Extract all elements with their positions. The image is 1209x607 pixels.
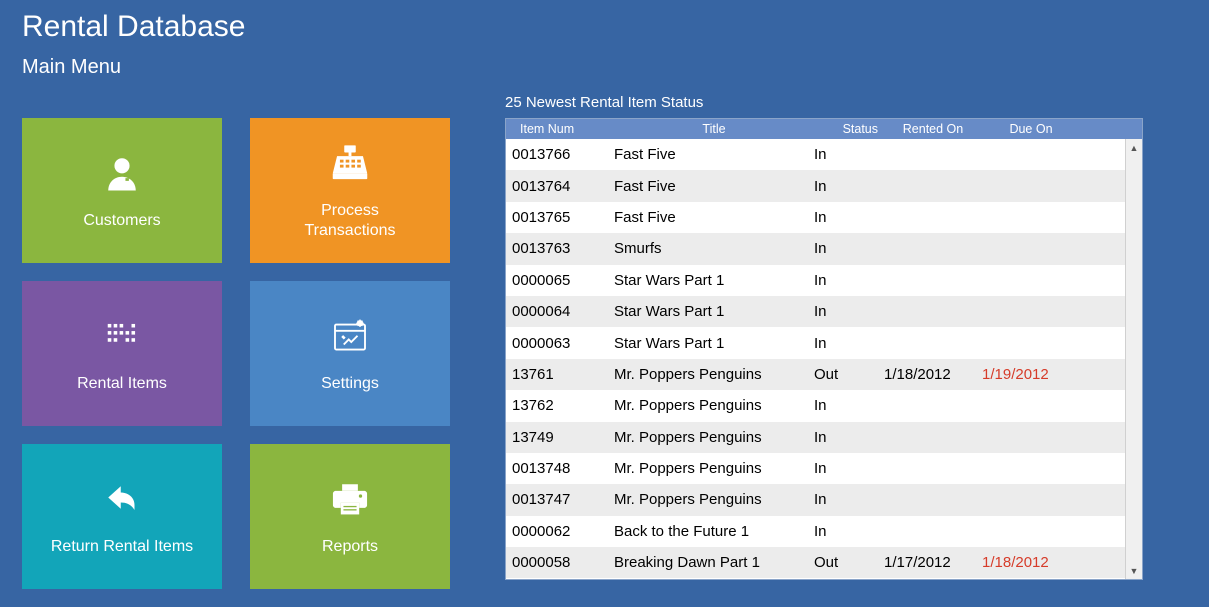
- cell: 13761: [506, 366, 614, 383]
- cell: 1/17/2012: [884, 554, 982, 571]
- cell: 0000062: [506, 523, 614, 540]
- cell: Star Wars Part 1: [614, 272, 814, 289]
- cell: In: [814, 303, 884, 320]
- cell: Mr. Poppers Penguins: [614, 366, 814, 383]
- col-header-title[interactable]: Title: [614, 122, 814, 136]
- list-icon: [94, 314, 150, 360]
- app-title: Rental Database: [22, 10, 245, 44]
- tile-process-transactions[interactable]: Process Transactions: [250, 118, 450, 263]
- table-row[interactable]: 0013766Fast FiveIn: [506, 139, 1125, 170]
- settings-window-icon: [322, 314, 378, 360]
- cell: Mr. Poppers Penguins: [614, 429, 814, 446]
- table-row[interactable]: 0000063Star Wars Part 1In: [506, 327, 1125, 358]
- grid-header: Item Num Title Status Rented On Due On: [506, 119, 1142, 139]
- table-row[interactable]: 0000062Back to the Future 1In: [506, 516, 1125, 547]
- printer-icon: [322, 477, 378, 523]
- cell: 0013763: [506, 240, 614, 257]
- panel-title: 25 Newest Rental Item Status: [505, 94, 703, 111]
- tile-return-rental-items[interactable]: Return Rental Items: [22, 444, 222, 589]
- cash-register-icon: [322, 141, 378, 187]
- cell: In: [814, 272, 884, 289]
- table-row[interactable]: 0000064Star Wars Part 1In: [506, 296, 1125, 327]
- table-row[interactable]: 0000065Star Wars Part 1In: [506, 265, 1125, 296]
- cell: 13762: [506, 397, 614, 414]
- tile-customers[interactable]: Customers: [22, 118, 222, 263]
- tile-reports[interactable]: Reports: [250, 444, 450, 589]
- page-subtitle: Main Menu: [22, 56, 121, 79]
- grid-body: 0013766Fast FiveIn0013764Fast FiveIn0013…: [506, 139, 1125, 579]
- cell: 0013766: [506, 146, 614, 163]
- tile-label: Return Rental Items: [51, 537, 193, 556]
- scroll-up-button[interactable]: ▲: [1126, 139, 1142, 156]
- table-row[interactable]: 0013747Mr. Poppers PenguinsIn: [506, 484, 1125, 515]
- cell: In: [814, 240, 884, 257]
- cell: Fast Five: [614, 146, 814, 163]
- tile-grid: Customers Process Transactions: [22, 118, 450, 589]
- cell: Mr. Poppers Penguins: [614, 491, 814, 508]
- cell: Fast Five: [614, 209, 814, 226]
- cell: In: [814, 178, 884, 195]
- cell: 1/18/2012: [884, 366, 982, 383]
- col-header-rented-on[interactable]: Rented On: [884, 122, 982, 136]
- table-row[interactable]: 13761Mr. Poppers PenguinsOut1/18/20121/1…: [506, 359, 1125, 390]
- cell: In: [814, 146, 884, 163]
- cell: In: [814, 335, 884, 352]
- cell: 13749: [506, 429, 614, 446]
- cell: 0013747: [506, 491, 614, 508]
- cell: 0000064: [506, 303, 614, 320]
- cell: Out: [814, 366, 884, 383]
- tile-settings[interactable]: Settings: [250, 281, 450, 426]
- table-row[interactable]: 0013764Fast FiveIn: [506, 170, 1125, 201]
- cell: 1/19/2012: [982, 366, 1080, 383]
- table-row[interactable]: 13749Mr. Poppers PenguinsIn: [506, 422, 1125, 453]
- cell: Breaking Dawn Part 1: [614, 554, 814, 571]
- table-row[interactable]: 0013765Fast FiveIn: [506, 202, 1125, 233]
- tile-rental-items[interactable]: Rental Items: [22, 281, 222, 426]
- tile-label: Process Transactions: [305, 201, 396, 239]
- col-header-item-num[interactable]: Item Num: [506, 122, 614, 136]
- cell: Back to the Future 1: [614, 523, 814, 540]
- cell: In: [814, 460, 884, 477]
- cell: In: [814, 491, 884, 508]
- tile-label: Rental Items: [77, 374, 167, 393]
- scroll-down-button[interactable]: ▼: [1126, 562, 1142, 579]
- cell: In: [814, 397, 884, 414]
- vertical-scrollbar[interactable]: ▲ ▼: [1125, 139, 1142, 579]
- cell: 0013765: [506, 209, 614, 226]
- customer-icon: [94, 151, 150, 197]
- cell: In: [814, 429, 884, 446]
- col-header-due-on[interactable]: Due On: [982, 122, 1080, 136]
- cell: Mr. Poppers Penguins: [614, 397, 814, 414]
- cell: In: [814, 209, 884, 226]
- table-row[interactable]: 0000058Breaking Dawn Part 1Out1/17/20121…: [506, 547, 1125, 578]
- tile-label: Reports: [322, 537, 378, 556]
- cell: Star Wars Part 1: [614, 303, 814, 320]
- cell: Mr. Poppers Penguins: [614, 460, 814, 477]
- cell: Star Wars Part 1: [614, 335, 814, 352]
- cell: 0013764: [506, 178, 614, 195]
- cell: 1/18/2012: [982, 554, 1080, 571]
- table-row[interactable]: 0013748Mr. Poppers PenguinsIn: [506, 453, 1125, 484]
- cell: In: [814, 523, 884, 540]
- rental-status-grid: Item Num Title Status Rented On Due On 0…: [505, 118, 1143, 580]
- undo-icon: [94, 477, 150, 523]
- cell: Out: [814, 554, 884, 571]
- cell: 0000063: [506, 335, 614, 352]
- cell: Fast Five: [614, 178, 814, 195]
- table-row[interactable]: 13762Mr. Poppers PenguinsIn: [506, 390, 1125, 421]
- col-header-status[interactable]: Status: [814, 122, 884, 136]
- table-row[interactable]: 0013763SmurfsIn: [506, 233, 1125, 264]
- cell: 0013748: [506, 460, 614, 477]
- cell: 0000058: [506, 554, 614, 571]
- cell: 0000065: [506, 272, 614, 289]
- tile-label: Customers: [83, 211, 160, 230]
- tile-label: Settings: [321, 374, 379, 393]
- cell: Smurfs: [614, 240, 814, 257]
